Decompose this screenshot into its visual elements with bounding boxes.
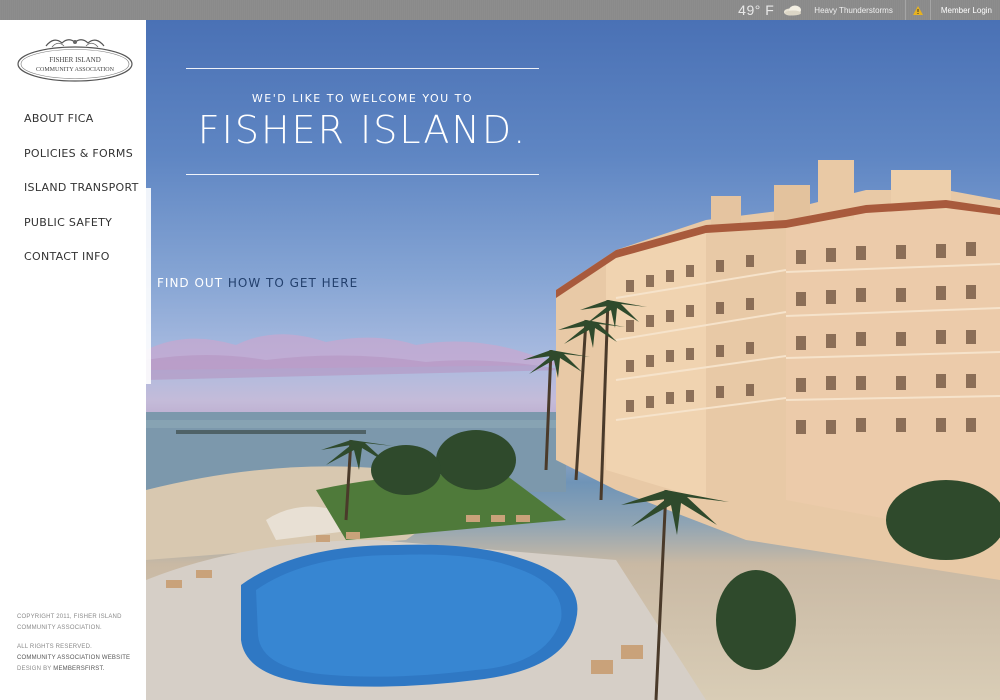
page-title: FISHER ISLAND. [197,108,528,152]
nav-item-about-fica[interactable]: ABOUT FICA [24,112,139,147]
logo-line1: FISHER ISLAND [49,56,101,64]
nav-item-island-transport[interactable]: ISLAND TRANSPORT [24,181,139,216]
findout-prefix: FIND OUT [157,276,224,290]
main-nav: ABOUT FICA POLICIES & FORMS ISLAND TRANS… [24,112,139,285]
directions-callout: FIND OUT HOW TO GET HERE [157,276,358,290]
credit-company-link[interactable]: MEMBERSFIRST. [53,666,104,672]
nav-item-contact-info[interactable]: CONTACT INFO [24,250,139,285]
copyright-text: COPYRIGHT 2011, FISHER ISLAND COMMUNITY … [17,614,122,631]
rights-text: ALL RIGHTS RESERVED. [17,644,93,650]
nav-item-public-safety[interactable]: PUBLIC SAFETY [24,216,139,251]
credit-by-text: DESIGN BY [17,666,52,672]
sidebar: FISHER ISLAND COMMUNITY ASSOCIATION ABOU… [0,20,146,700]
fica-logo[interactable]: FISHER ISLAND COMMUNITY ASSOCIATION [16,34,134,84]
temperature: 49° F [738,2,775,18]
nav-item-policies-forms[interactable]: POLICIES & FORMS [24,147,139,182]
weather-condition: Heavy Thunderstorms [814,5,893,15]
cloud-icon [782,4,804,16]
credit-link[interactable]: COMMUNITY ASSOCIATION WEBSITE [17,653,142,664]
hero-image: WE'D LIKE TO WELCOME YOU TO FISHER ISLAN… [146,20,1000,700]
divider [186,68,539,69]
top-bar: 49° F Heavy Thunderstorms Member Login [0,0,1000,20]
welcome-text: WE'D LIKE TO WELCOME YOU TO [251,92,474,105]
how-to-get-here-link[interactable]: HOW TO GET HERE [228,276,358,290]
divider [186,174,539,175]
member-login-link[interactable]: Member Login [931,6,1000,15]
logo-line2: COMMUNITY ASSOCIATION [36,67,115,73]
sidebar-footer: COPYRIGHT 2011, FISHER ISLAND COMMUNITY … [17,612,142,675]
warning-icon[interactable] [906,0,930,20]
scroll-indicator [146,188,151,384]
